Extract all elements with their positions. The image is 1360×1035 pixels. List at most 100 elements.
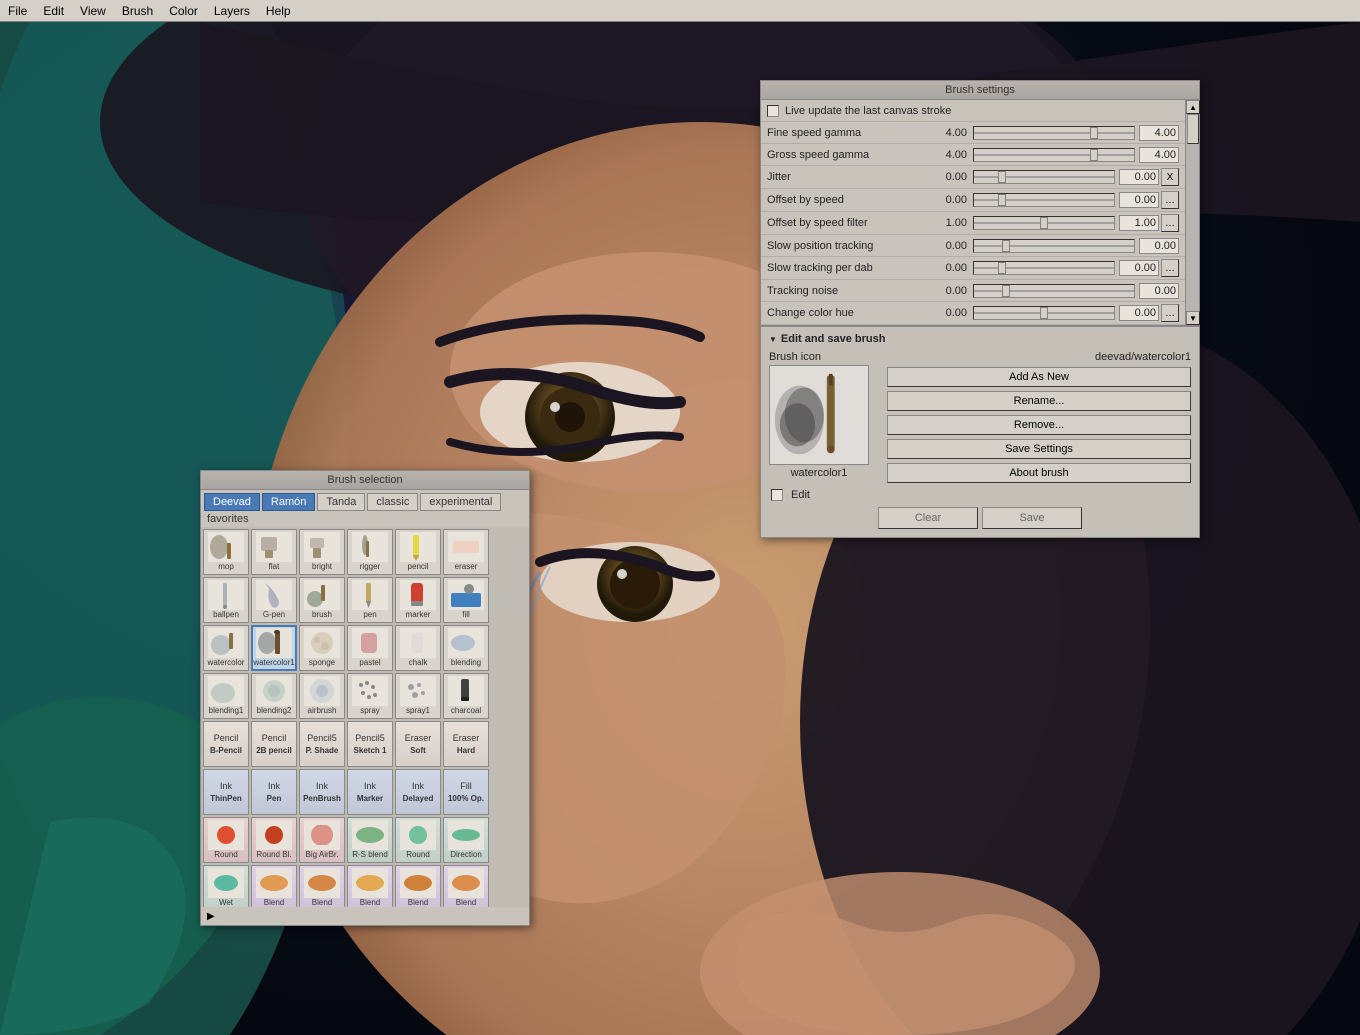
brush-fill[interactable]: fill (443, 577, 489, 623)
brush-blend3[interactable]: Blend (347, 865, 393, 907)
slider-5[interactable] (973, 239, 1135, 253)
param-val2-1[interactable]: 4.00 (1139, 147, 1179, 163)
brush-blending1[interactable]: blending1 (203, 673, 249, 719)
brush-round-bl[interactable]: Round Bl. (251, 817, 297, 863)
offset-speed-more-btn[interactable]: … (1161, 191, 1179, 209)
param-val2-8[interactable]: 0.00 (1119, 305, 1159, 321)
tab-experimental[interactable]: experimental (420, 493, 501, 511)
brush-thinpen[interactable]: Ink ThinPen (203, 769, 249, 815)
brush-big-airbr[interactable]: Big AirBr. (299, 817, 345, 863)
param-val2-5[interactable]: 0.00 (1139, 238, 1179, 254)
jitter-x-btn[interactable]: X (1161, 168, 1179, 186)
param-val2-6[interactable]: 0.00 (1119, 260, 1159, 276)
brush-big-airbr-label: Big AirBr. (305, 850, 340, 861)
brush-pen-ink[interactable]: Ink Pen (251, 769, 297, 815)
brush-chalk[interactable]: chalk (395, 625, 441, 671)
brush-2b-pencil[interactable]: Pencil 2B pencil (251, 721, 297, 767)
about-brush-button[interactable]: About brush (887, 463, 1191, 483)
brush-blending[interactable]: blending (443, 625, 489, 671)
slider-4[interactable] (973, 216, 1115, 230)
menu-color[interactable]: Color (161, 2, 206, 20)
slow-tracking-more-btn[interactable]: … (1161, 259, 1179, 277)
brush-p-shade[interactable]: Pencil5 P. Shade (299, 721, 345, 767)
brush-blend1[interactable]: Blend (251, 865, 297, 907)
menu-file[interactable]: File (0, 2, 35, 20)
add-as-new-button[interactable]: Add As New (887, 367, 1191, 387)
menu-edit[interactable]: Edit (35, 2, 72, 20)
edit-checkbox[interactable] (771, 489, 783, 501)
brush-marker[interactable]: marker (395, 577, 441, 623)
brush-spray[interactable]: spray (347, 673, 393, 719)
brush-sketch1[interactable]: Pencil5 Sketch 1 (347, 721, 393, 767)
param-val2-7[interactable]: 0.00 (1139, 283, 1179, 299)
slider-6[interactable] (973, 261, 1115, 275)
brush-grid[interactable]: mop flat bright rigger (201, 527, 529, 907)
brush-round-paint[interactable]: Round (203, 817, 249, 863)
rename-button[interactable]: Rename... (887, 391, 1191, 411)
brush-delayed[interactable]: Ink Delayed (395, 769, 441, 815)
brush-penbrush[interactable]: Ink PenBrush (299, 769, 345, 815)
slider-2[interactable] (973, 170, 1115, 184)
param-val2-4[interactable]: 1.00 (1119, 215, 1159, 231)
brush-blend2[interactable]: Blend (299, 865, 345, 907)
scroll-thumb[interactable] (1187, 114, 1199, 144)
brush-mop[interactable]: mop (203, 529, 249, 575)
brush-watercolor[interactable]: watercolor (203, 625, 249, 671)
param-val2-0[interactable]: 4.00 (1139, 125, 1179, 141)
collapse-triangle-icon[interactable]: ▼ (769, 335, 777, 344)
remove-button[interactable]: Remove... (887, 415, 1191, 435)
slider-1[interactable] (973, 148, 1135, 162)
settings-scrollbar[interactable]: ▲ ▼ (1185, 100, 1199, 325)
menu-layers[interactable]: Layers (206, 2, 258, 20)
tab-ramon[interactable]: Ramón (262, 493, 315, 511)
brush-eraser-hard[interactable]: Eraser Hard (443, 721, 489, 767)
brush-spray1[interactable]: spray1 (395, 673, 441, 719)
brush-blend5[interactable]: Blend (443, 865, 489, 907)
brush-rs-blend[interactable]: R-S blend (347, 817, 393, 863)
brush-marker-ink[interactable]: Ink Marker (347, 769, 393, 815)
clear-button[interactable]: Clear (878, 507, 978, 529)
brush-wet[interactable]: Wet (203, 865, 249, 907)
menu-view[interactable]: View (72, 2, 114, 20)
tab-classic[interactable]: classic (367, 493, 418, 511)
brush-sponge[interactable]: sponge (299, 625, 345, 671)
brush-charcoal[interactable]: charcoal (443, 673, 489, 719)
brush-airbrush[interactable]: airbrush (299, 673, 345, 719)
brush-gpen[interactable]: G-pen (251, 577, 297, 623)
param-val2-2[interactable]: 0.00 (1119, 169, 1159, 185)
menu-help[interactable]: Help (258, 2, 299, 20)
brush-flat[interactable]: flat (251, 529, 297, 575)
brush-100op[interactable]: Fill 100% Op. (443, 769, 489, 815)
brush-eraser[interactable]: eraser (443, 529, 489, 575)
save-button[interactable]: Save (982, 507, 1082, 529)
scroll-track[interactable] (1186, 114, 1199, 311)
hue-more-btn[interactable]: … (1161, 304, 1179, 322)
brush-blending2[interactable]: blending2 (251, 673, 297, 719)
scroll-up-arrow[interactable]: ▲ (1186, 100, 1200, 114)
brush-b-pencil[interactable]: Pencil B-Pencil (203, 721, 249, 767)
brush-bright[interactable]: bright (299, 529, 345, 575)
brush-blend4[interactable]: Blend (395, 865, 441, 907)
save-settings-button[interactable]: Save Settings (887, 439, 1191, 459)
tab-tanda[interactable]: Tanda (317, 493, 365, 511)
slider-7[interactable] (973, 284, 1135, 298)
offset-filter-more-btn[interactable]: … (1161, 214, 1179, 232)
live-update-checkbox[interactable] (767, 105, 779, 117)
param-val2-3[interactable]: 0.00 (1119, 192, 1159, 208)
brush-eraser-soft[interactable]: Eraser Soft (395, 721, 441, 767)
brush-ballpen[interactable]: ballpen (203, 577, 249, 623)
brush-pen[interactable]: pen (347, 577, 393, 623)
slider-8[interactable] (973, 306, 1115, 320)
scroll-down-arrow[interactable]: ▼ (1186, 311, 1200, 325)
tab-deevad[interactable]: Deevad (204, 493, 260, 511)
brush-pencil[interactable]: pencil (395, 529, 441, 575)
slider-0[interactable] (973, 126, 1135, 140)
brush-brush[interactable]: brush (299, 577, 345, 623)
brush-round-wet[interactable]: Round (395, 817, 441, 863)
brush-rigger[interactable]: rigger (347, 529, 393, 575)
slider-3[interactable] (973, 193, 1115, 207)
menu-brush[interactable]: Brush (114, 2, 161, 20)
brush-direction[interactable]: Direction (443, 817, 489, 863)
brush-pastel[interactable]: pastel (347, 625, 393, 671)
brush-watercolor1[interactable]: watercolor1 (251, 625, 297, 671)
